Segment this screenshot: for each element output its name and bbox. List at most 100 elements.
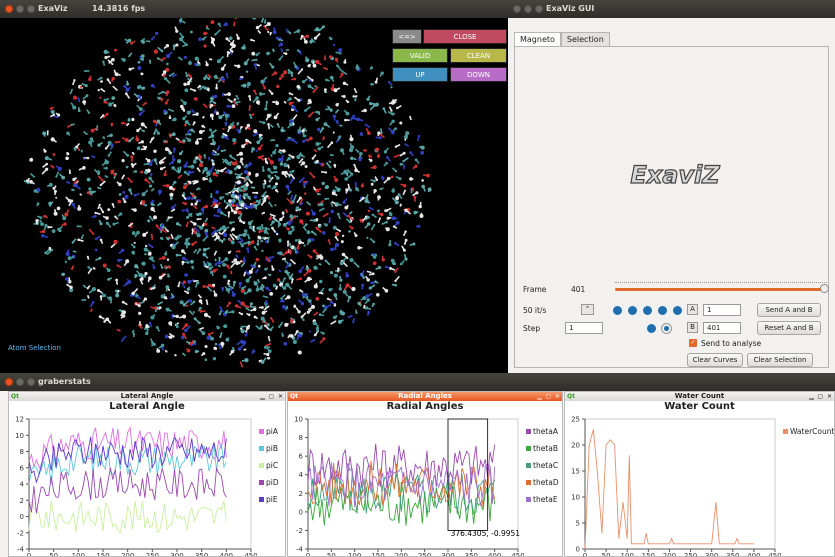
qt-icon: Qt bbox=[567, 393, 575, 400]
y-tick-label: -2 bbox=[296, 527, 303, 535]
x-tick-label: 200 bbox=[395, 552, 408, 557]
send-to-analyse-label: Send to analyse bbox=[701, 339, 762, 348]
x-tick-label: 50 bbox=[327, 552, 336, 557]
legend-swatch bbox=[526, 480, 531, 485]
y-tick-label: 8 bbox=[20, 448, 24, 456]
y-tick-label: 12 bbox=[15, 416, 24, 424]
close-icon[interactable] bbox=[513, 5, 521, 13]
qt-icon: Qt bbox=[290, 393, 298, 400]
minimize-icon[interactable] bbox=[16, 5, 24, 13]
molecule-viewport[interactable]: <=> CLOSE VALID CLEAN UP DOWN Atom Selec… bbox=[0, 18, 508, 373]
minimize-icon[interactable] bbox=[16, 378, 24, 386]
chart-plot[interactable]: -4 -2 0 2 4 6 8 10 12 0 50 100 150 200 250 300 350 400 450 bbox=[9, 413, 257, 557]
step-label: Step bbox=[523, 324, 541, 333]
x-tick-label: 150 bbox=[96, 552, 109, 557]
maximize-icon[interactable] bbox=[535, 5, 543, 13]
x-tick-label: 350 bbox=[465, 552, 478, 557]
panel-window-controls[interactable]: ▁ ◻ ✕ bbox=[260, 392, 284, 401]
send-a-and-b-button[interactable]: Send A and B bbox=[757, 303, 821, 317]
legend-item: piE bbox=[259, 491, 279, 508]
b-marker-button[interactable]: B bbox=[687, 322, 698, 333]
legend-label: piA bbox=[266, 427, 278, 436]
legend-swatch bbox=[526, 497, 531, 502]
chart-title: Water Count bbox=[664, 401, 735, 412]
legend-item: thetaC bbox=[526, 457, 559, 474]
window-controls[interactable] bbox=[5, 378, 35, 386]
legend-item: piA bbox=[259, 423, 279, 440]
swap-button[interactable]: <=> bbox=[392, 29, 422, 44]
legend-label: WaterCount bbox=[790, 427, 835, 436]
clear-curves-button[interactable]: Clear Curves bbox=[687, 353, 743, 367]
x-tick-label: 250 bbox=[418, 552, 431, 557]
y-tick-label: -4 bbox=[17, 546, 25, 554]
play-icon[interactable] bbox=[643, 306, 652, 315]
rate-up-button[interactable]: ⌃ bbox=[581, 304, 594, 315]
plot-area bbox=[584, 418, 776, 550]
legend-swatch bbox=[259, 463, 264, 468]
forward-icon[interactable] bbox=[658, 306, 667, 315]
x-tick-label: 150 bbox=[642, 552, 655, 557]
x-tick-label: 250 bbox=[684, 552, 697, 557]
last-frame-icon[interactable] bbox=[673, 306, 682, 315]
y-tick-label: 2 bbox=[299, 490, 303, 498]
first-frame-icon[interactable] bbox=[613, 306, 622, 315]
step-input[interactable]: 1 bbox=[565, 322, 603, 334]
panel-window-controls[interactable]: ▁ ◻ ✕ bbox=[809, 392, 833, 401]
window-controls[interactable] bbox=[5, 5, 35, 13]
clear-selection-button[interactable]: Clear Selection bbox=[747, 353, 813, 367]
close-icon[interactable] bbox=[5, 5, 13, 13]
valid-button[interactable]: VALID bbox=[392, 48, 448, 63]
y-tick-label: 10 bbox=[294, 416, 303, 424]
legend-label: piE bbox=[266, 495, 278, 504]
reset-a-and-b-button[interactable]: Reset A and B bbox=[757, 321, 821, 335]
close-icon[interactable] bbox=[5, 378, 13, 386]
chart-plot[interactable]: 05101520250 50 100 150 200 250 300 350 400 450 bbox=[565, 413, 781, 557]
window-controls[interactable] bbox=[513, 5, 543, 13]
maximize-icon[interactable] bbox=[27, 378, 35, 386]
legend-swatch bbox=[259, 480, 264, 485]
legend-label: thetaC bbox=[533, 461, 559, 470]
radial-angles-panel: Qt Radial Angles ▁ ◻ ✕ Radial Angles -4 -2 0 2 4… bbox=[287, 391, 563, 557]
y-tick-label: 0 bbox=[576, 546, 580, 554]
panel-titlebar: Qt Water Count ▁ ◻ ✕ bbox=[565, 392, 834, 401]
close-button[interactable]: CLOSE bbox=[423, 29, 507, 44]
send-to-analyse-checkbox[interactable]: ✓ bbox=[689, 339, 697, 347]
record-icon[interactable] bbox=[661, 323, 672, 334]
x-tick-label: 400 bbox=[488, 552, 501, 557]
x-tick-label: 400 bbox=[747, 552, 760, 557]
y-tick-label: 4 bbox=[20, 481, 25, 489]
y-tick-label: 0 bbox=[299, 508, 303, 516]
legend-item: piB bbox=[259, 440, 279, 457]
x-tick-label: 100 bbox=[348, 552, 361, 557]
minimize-icon[interactable] bbox=[524, 5, 532, 13]
b-frame-input[interactable]: 401 bbox=[703, 322, 741, 334]
legend-item: piC bbox=[259, 457, 279, 474]
x-tick-label: 300 bbox=[170, 552, 183, 557]
x-tick-label: 200 bbox=[663, 552, 676, 557]
frame-slider[interactable] bbox=[615, 281, 829, 295]
tab-selection[interactable]: Selection bbox=[560, 32, 610, 46]
stop-icon[interactable] bbox=[647, 324, 656, 333]
y-tick-label: 2 bbox=[20, 497, 24, 505]
clean-button[interactable]: CLEAN bbox=[450, 48, 507, 63]
chart-plot[interactable]: -4-202468100 50 100 150 200 250 300 350 400 45037… bbox=[288, 413, 524, 557]
legend-swatch bbox=[526, 446, 531, 451]
viewer-titlebar: ExaViz 14.3816 fps bbox=[0, 0, 508, 18]
x-tick-label: 50 bbox=[49, 552, 58, 557]
rewind-icon[interactable] bbox=[628, 306, 637, 315]
y-tick-label: 5 bbox=[576, 520, 580, 528]
maximize-icon[interactable] bbox=[27, 5, 35, 13]
up-button[interactable]: UP bbox=[392, 67, 448, 82]
panel-window-controls[interactable]: ▁ ◻ ✕ bbox=[537, 392, 561, 401]
slider-handle[interactable] bbox=[820, 284, 829, 293]
frame-label: Frame bbox=[523, 285, 547, 294]
exaviz-logo: ExaviZ bbox=[630, 160, 721, 189]
a-marker-button[interactable]: A bbox=[687, 304, 698, 315]
atom-selection-label: Atom Selection bbox=[8, 344, 61, 352]
legend-item: thetaE bbox=[526, 491, 559, 508]
a-frame-input[interactable]: 1 bbox=[703, 304, 741, 316]
tab-magneto[interactable]: Magneto bbox=[514, 32, 561, 46]
qt-icon: Qt bbox=[11, 393, 19, 400]
down-button[interactable]: DOWN bbox=[450, 67, 507, 82]
y-tick-label: 6 bbox=[299, 453, 304, 461]
